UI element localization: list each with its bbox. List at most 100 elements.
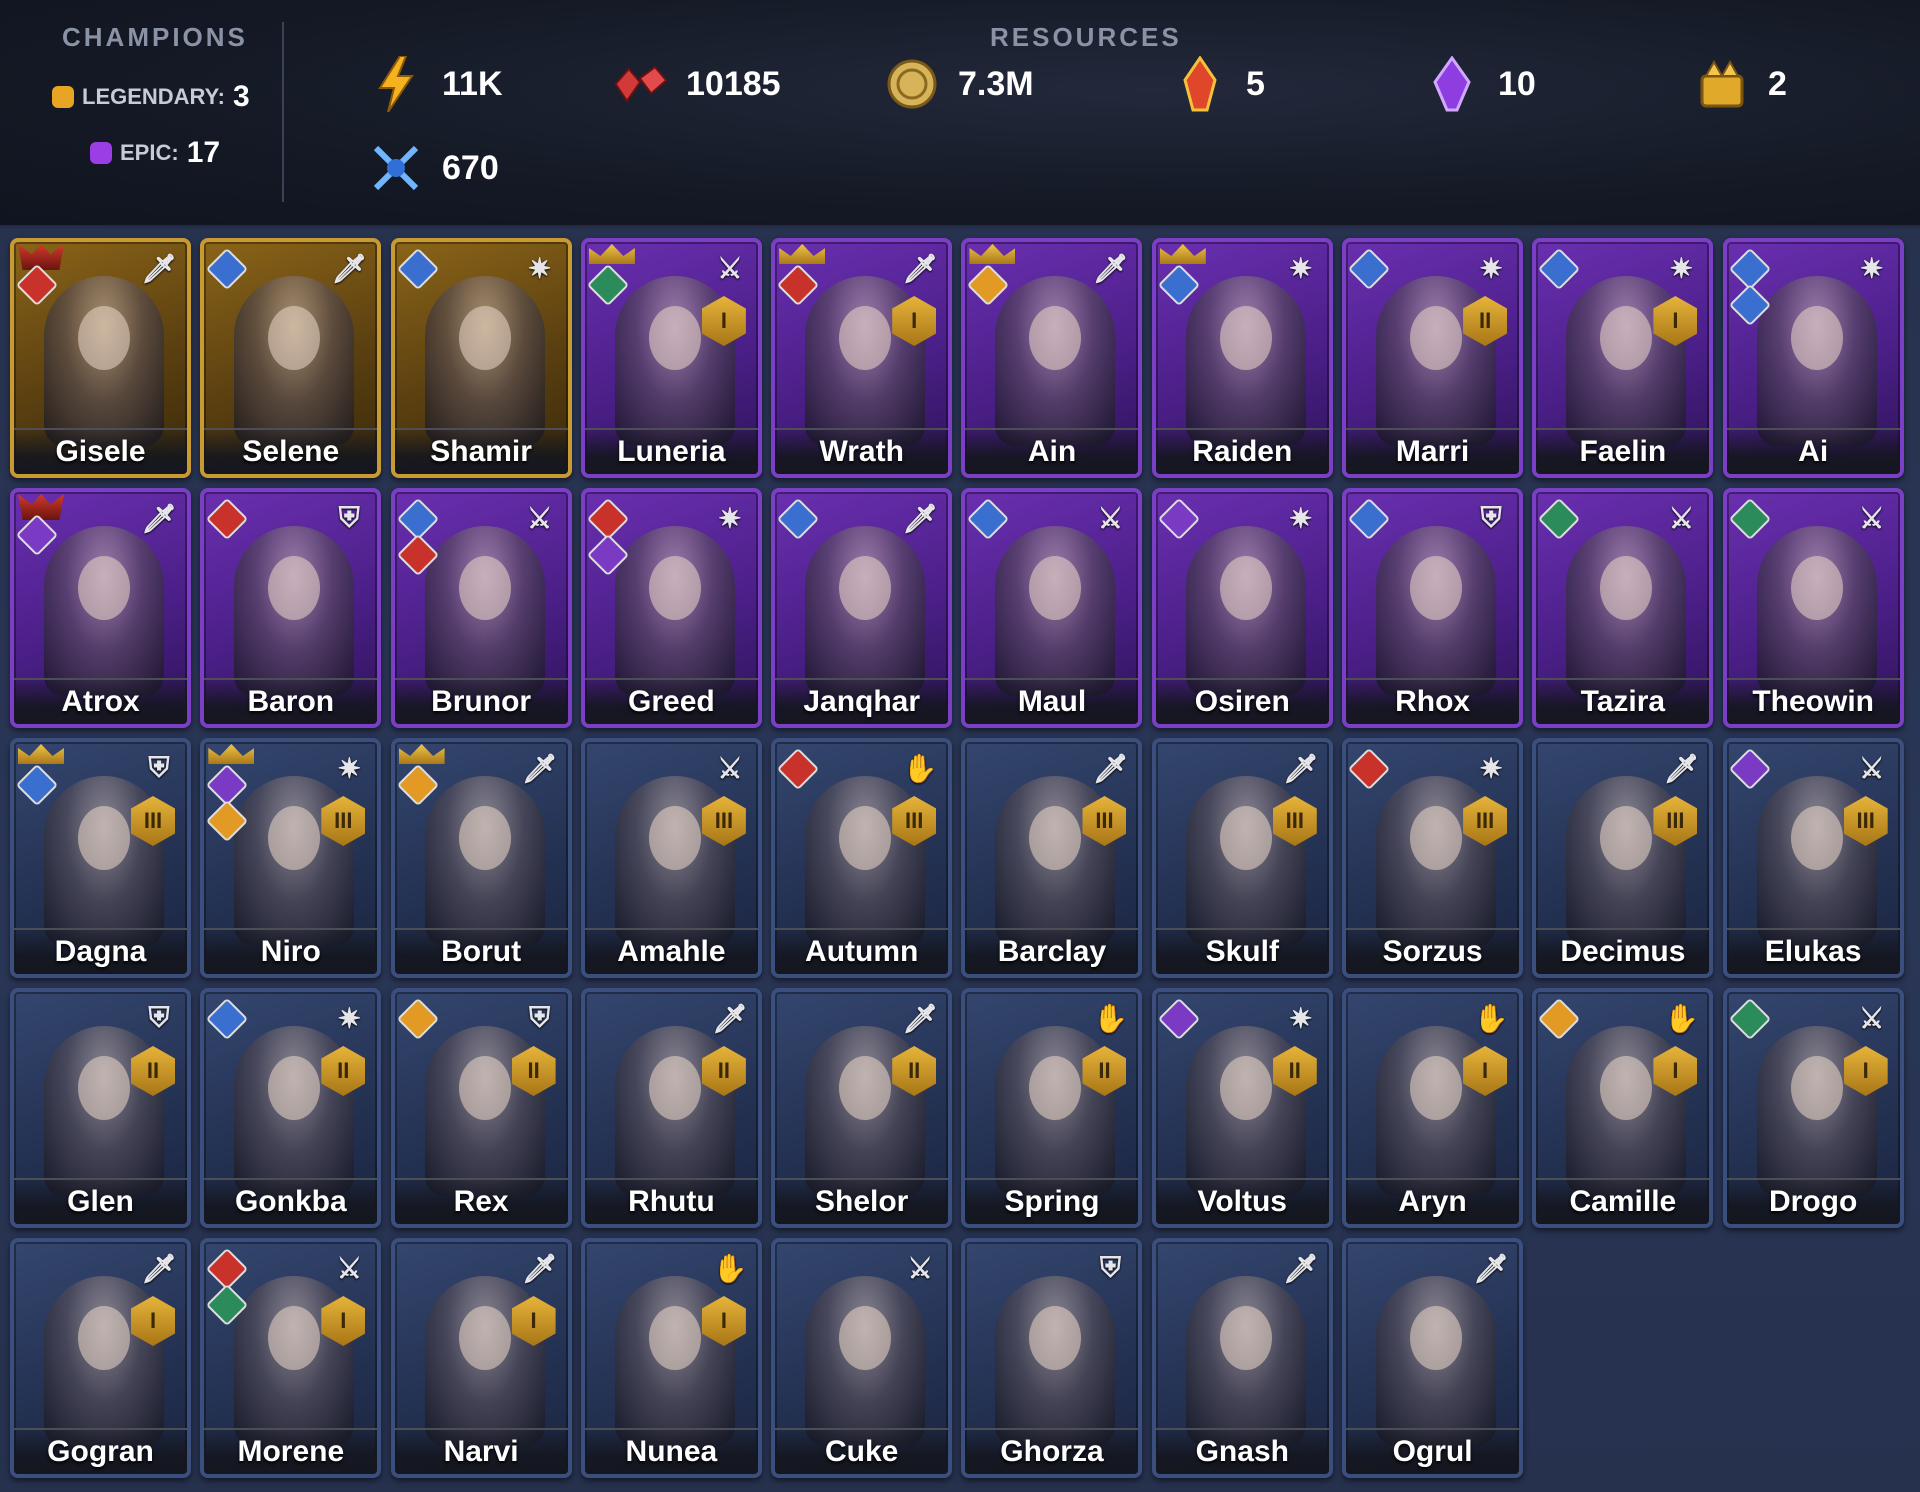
champion-card[interactable]: ⚔ Theowin <box>1722 488 1904 728</box>
champion-card[interactable]: ✷ Osiren <box>1151 488 1333 728</box>
champion-name-bar: Voltus <box>1155 1178 1329 1224</box>
champion-name: Drogo <box>1769 1185 1858 1218</box>
champion-card[interactable]: ⚔ III Amahle <box>580 738 762 978</box>
champion-card[interactable]: ⛨ Rhox <box>1342 488 1524 728</box>
champion-name: Decimus <box>1560 935 1686 968</box>
energy-resource: 11K <box>368 56 503 112</box>
champion-portrait <box>1376 1276 1497 1446</box>
champion-card[interactable]: 🗡 Ogrul <box>1342 1238 1524 1478</box>
dagger-role-icon: 🗡 <box>1663 752 1700 784</box>
champions-screen: CHAMPIONS LEGENDARY: 3 EPIC: 17 RESOURCE… <box>0 0 1920 1492</box>
rank-value: III <box>143 808 163 833</box>
fire-crystal-resource: 5 <box>1172 56 1265 112</box>
champion-card[interactable]: 🗡 I Gogran <box>10 1238 191 1478</box>
gold-treasure-icon <box>1694 56 1750 112</box>
crown-icon <box>18 744 64 764</box>
champion-card[interactable]: 🗡 Borut <box>390 738 572 978</box>
champion-card[interactable]: 🗡 I Narvi <box>390 1238 572 1478</box>
champion-card[interactable]: ✷ III Sorzus <box>1342 738 1524 978</box>
champion-card[interactable]: ⛨ Ghorza <box>961 1238 1143 1478</box>
champion-card[interactable]: ✷ I Faelin <box>1532 238 1714 478</box>
champion-name: Voltus <box>1197 1185 1287 1218</box>
champion-card[interactable]: ⚔ Cuke <box>771 1238 953 1478</box>
champion-card[interactable]: ⛨ Baron <box>200 488 382 728</box>
champion-name: Osiren <box>1194 685 1290 718</box>
champion-card[interactable]: ✷ Raiden <box>1151 238 1333 478</box>
hands-role-icon: ✋ <box>1473 1002 1509 1034</box>
dagger-role-icon: 🗡 <box>1283 1252 1319 1284</box>
magic-affinity-icon <box>1347 247 1391 291</box>
ruby-gems-icon <box>612 56 668 112</box>
champion-card[interactable]: ⛨ II Rex <box>390 988 572 1228</box>
champion-card[interactable]: ⚔ Maul <box>961 488 1143 728</box>
champion-name: Wrath <box>819 435 904 468</box>
rank-value: III <box>1285 808 1304 833</box>
champion-card[interactable]: 🗡 Gisele <box>10 238 191 478</box>
champion-card[interactable]: ✋ III Autumn <box>771 738 953 978</box>
champion-card[interactable]: ⛨ II Glen <box>10 988 191 1228</box>
champion-card[interactable]: ✋ II Spring <box>961 988 1143 1228</box>
champion-card[interactable]: 🗡 Atrox <box>10 488 191 728</box>
dagger-role-icon: 🗡 <box>141 252 177 284</box>
axes-role-icon: ⚔ <box>1097 502 1124 534</box>
champion-name: Skulf <box>1205 935 1279 968</box>
champion-card[interactable]: ✋ I Aryn <box>1342 988 1524 1228</box>
champion-name: Dagna <box>54 935 147 968</box>
champion-portrait <box>44 276 164 446</box>
champion-portrait <box>805 1276 926 1446</box>
champion-card[interactable]: ✷ Greed <box>580 488 762 728</box>
dagger-role-icon: 🗡 <box>521 1252 558 1284</box>
staff-role-icon: ✷ <box>337 752 362 784</box>
staff-role-icon: ✷ <box>1479 252 1503 284</box>
rank-value: III <box>905 808 924 833</box>
champion-card[interactable]: ✋ I Nunea <box>580 1238 762 1478</box>
champion-card[interactable]: ⚔ I Luneria <box>580 238 762 478</box>
magic-affinity-icon <box>1728 247 1771 291</box>
champion-card[interactable]: ⚔ I Drogo <box>1722 988 1904 1228</box>
champion-card[interactable]: ✷ II Voltus <box>1151 988 1333 1228</box>
champion-card[interactable]: 🗡 Selene <box>200 238 382 478</box>
champions-title: CHAMPIONS <box>62 22 248 52</box>
champion-card[interactable]: ⚔ III Elukas <box>1722 738 1904 978</box>
champion-name-bar: Dagna <box>14 928 187 974</box>
champion-card[interactable]: ⛨ III Dagna <box>10 738 191 978</box>
champion-card[interactable]: ⚔ Brunor <box>390 488 572 728</box>
hands-role-icon: ✋ <box>1663 1002 1699 1034</box>
gold-treasure-value: 2 <box>1768 64 1787 103</box>
force-affinity-icon <box>776 263 820 307</box>
crown-icon <box>1159 244 1206 264</box>
rank-value: III <box>1095 808 1114 833</box>
champion-card[interactable]: 🗡 II Rhutu <box>580 988 762 1228</box>
champion-name: Greed <box>628 685 715 718</box>
shield-role-icon: ⛨ <box>1480 501 1502 533</box>
champion-name: Brunor <box>431 685 532 718</box>
champion-name-bar: Elukas <box>1726 928 1900 974</box>
champion-card[interactable]: ✋ I Camille <box>1532 988 1714 1228</box>
champion-card[interactable]: 🗡 III Skulf <box>1151 738 1333 978</box>
shield-role-icon: ⛨ <box>338 501 360 533</box>
champion-card[interactable]: ✷ III Niro <box>200 738 382 978</box>
champion-name-bar: Greed <box>584 678 758 724</box>
dagger-role-icon: 🗡 <box>141 502 177 534</box>
champion-name-bar: Sorzus <box>1346 928 1520 974</box>
champion-card[interactable]: 🗡 III Decimus <box>1532 738 1714 978</box>
champion-card[interactable]: ✷ II Gonkba <box>200 988 382 1228</box>
champion-card[interactable]: ⚔ I Morene <box>200 1238 382 1478</box>
champion-card[interactable]: ✷ Shamir <box>390 238 572 478</box>
hands-role-icon: ✋ <box>902 752 938 784</box>
champion-card[interactable]: 🗡 Ain <box>961 238 1143 478</box>
champion-card[interactable]: ✷ Ai <box>1722 238 1904 478</box>
champion-card[interactable]: 🗡 Gnash <box>1151 1238 1333 1478</box>
champion-card[interactable]: 🗡 III Barclay <box>961 738 1143 978</box>
gold-affinity-icon <box>1538 997 1581 1041</box>
champion-card[interactable]: ✷ II Marri <box>1342 238 1524 478</box>
champion-card[interactable]: ⚔ Tazira <box>1532 488 1714 728</box>
champion-card[interactable]: 🗡 II Shelor <box>771 988 953 1228</box>
champion-name-bar: Morene <box>204 1428 378 1474</box>
champion-name-bar: Wrath <box>775 428 949 474</box>
champion-card[interactable]: 🗡 Janqhar <box>771 488 953 728</box>
champion-portrait <box>614 526 735 696</box>
staff-role-icon: ✷ <box>1669 252 1694 284</box>
champion-name: Glen <box>67 1185 134 1218</box>
champion-card[interactable]: 🗡 I Wrath <box>771 238 953 478</box>
